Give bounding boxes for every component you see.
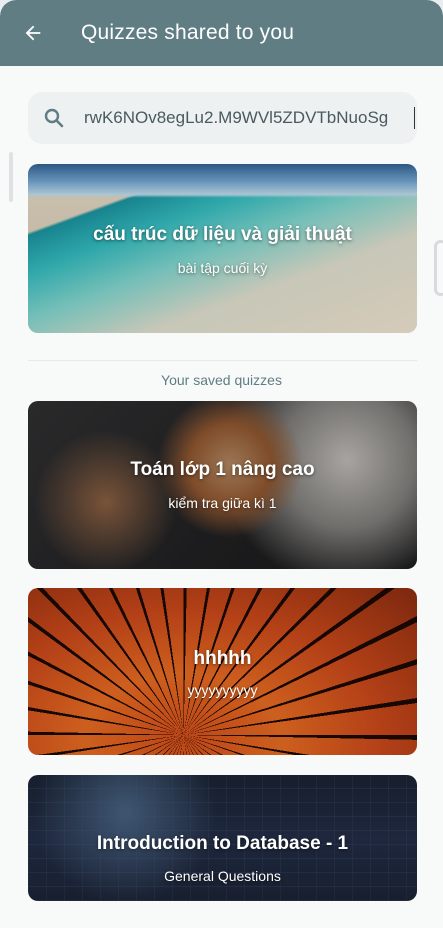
search-icon [44,108,64,128]
quiz-title: hhhhh [193,648,252,669]
app-screen: Quizzes shared to you cấu trúc dữ liệu v… [0,0,443,928]
quiz-subtitle: bài tập cuối kỳ [177,260,268,276]
saved-quiz-card[interactable]: hhhhh yyyyyyyyyy [28,588,417,755]
scroll-indicator [9,152,13,202]
quiz-title: Introduction to Database - 1 [96,833,349,854]
back-button[interactable] [13,13,53,53]
divider [28,360,417,361]
saved-quiz-card[interactable]: Introduction to Database - 1 General Que… [28,775,417,901]
shared-quiz-card[interactable]: cấu trúc dữ liệu và giải thuật bài tập c… [28,164,417,333]
search-bar[interactable] [28,92,417,144]
text-caret [414,107,415,129]
quiz-title: cấu trúc dữ liệu và giải thuật [93,224,352,245]
arrow-left-icon [25,25,41,41]
saved-quizzes-heading: Your saved quizzes [161,372,282,388]
quiz-subtitle: yyyyyyyyyy [187,682,258,698]
bottom-area [0,901,443,928]
edge-handle [434,240,443,296]
quiz-subtitle: General Questions [164,868,281,884]
quiz-title: Toán lớp 1 nâng cao [130,459,315,480]
page-title: Quizzes shared to you [81,21,295,44]
app-bar: Quizzes shared to you [0,0,443,66]
search-input[interactable] [82,107,412,129]
saved-quiz-card[interactable]: Toán lớp 1 nâng cao kiểm tra giữa kì 1 [28,401,417,569]
quiz-subtitle: kiểm tra giữa kì 1 [168,495,277,511]
